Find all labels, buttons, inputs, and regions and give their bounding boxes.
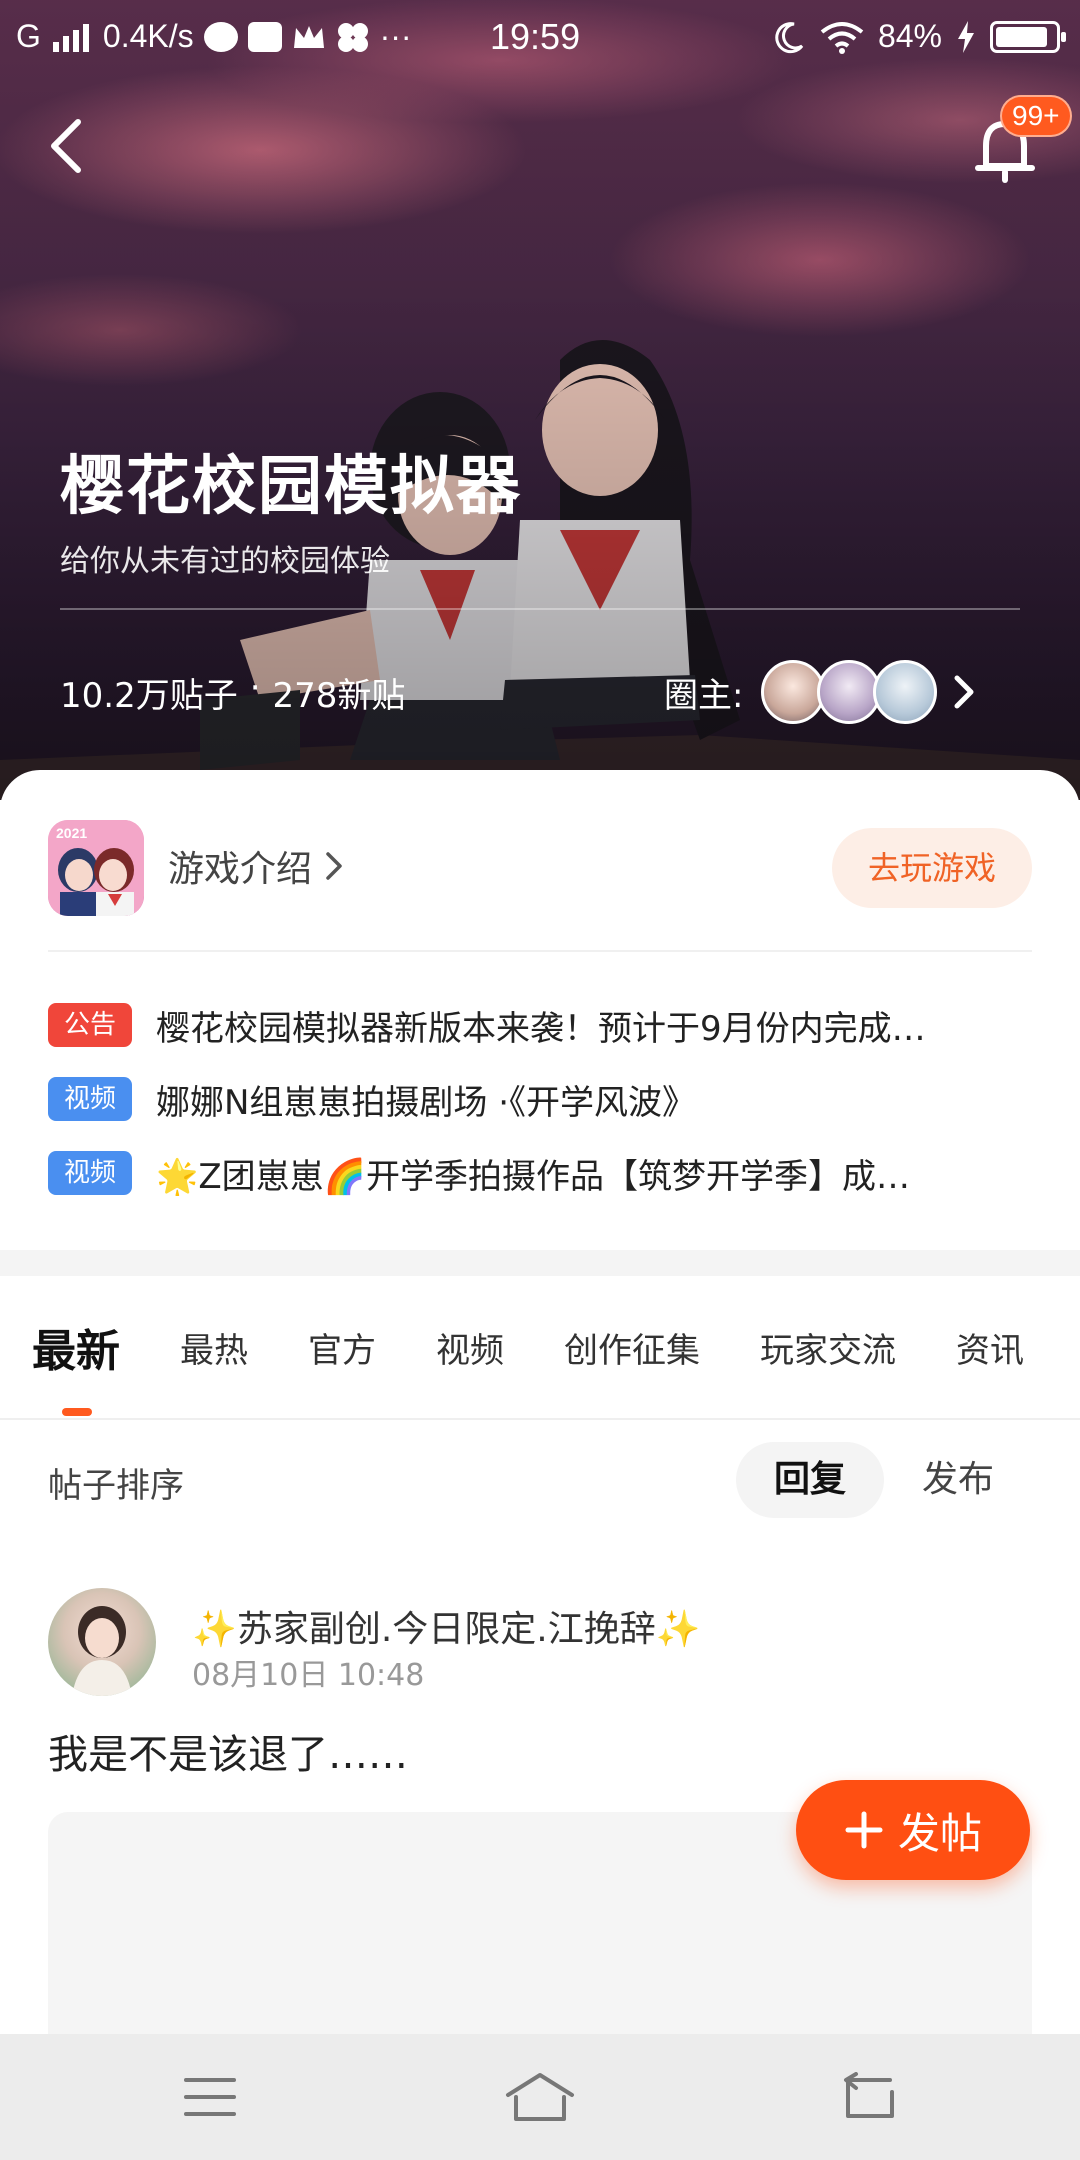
active-tab-indicator xyxy=(62,1408,92,1416)
avatar-artwork xyxy=(72,1606,132,1696)
create-post-button[interactable]: 发帖 xyxy=(796,1780,1030,1880)
announcement-tag: 公告 xyxy=(48,1003,132,1047)
notice-title: 🌟Z团崽崽🌈开学季拍摄作品【筑梦开学季】成… xyxy=(156,1156,910,1197)
notice-title: 樱花校园模拟器新版本来袭！预计于9月份内完成… xyxy=(156,1008,926,1049)
moon-icon xyxy=(775,21,804,53)
divider xyxy=(60,608,1020,610)
plus-icon xyxy=(845,1811,883,1849)
circle-owners[interactable]: 圈主: xyxy=(664,660,979,724)
game-app-icon[interactable]: 2021 xyxy=(48,820,144,916)
sort-by-reply-button[interactable]: 回复 xyxy=(736,1442,884,1518)
game-info-card: 2021 游戏介绍 去玩游戏 公告 樱花校园模拟器新版本来袭！预计于9月份内完成… xyxy=(0,770,1080,1250)
tab-video[interactable]: 视频 xyxy=(406,1323,534,1372)
message-icon xyxy=(247,21,282,52)
game-icon-year: 2021 xyxy=(56,825,87,841)
tab-hot[interactable]: 最热 xyxy=(150,1323,278,1372)
notice-item[interactable]: 视频 🌟Z团崽崽🌈开学季拍摄作品【筑梦开学季】成… xyxy=(48,1148,1016,1198)
tab-news[interactable]: 资讯 xyxy=(926,1323,1054,1372)
more-status-icons: ··· xyxy=(379,18,412,54)
stats-separator: · xyxy=(249,668,261,708)
category-tabs: 最新 最热 官方 视频 创作征集 玩家交流 资讯 xyxy=(0,1276,1080,1418)
network-speed: 0.4K/s xyxy=(102,18,194,54)
clock: 19:59 xyxy=(490,16,581,57)
game-intro-label: 游戏介绍 xyxy=(168,849,313,890)
return-icon xyxy=(844,2072,894,2118)
battery-icon xyxy=(990,20,1066,53)
charging-icon xyxy=(958,20,974,53)
owner-avatar[interactable] xyxy=(873,660,938,724)
divider xyxy=(0,1418,1080,1420)
sort-by-publish-button[interactable]: 发布 xyxy=(884,1442,1032,1518)
post-sort-label: 帖子排序 xyxy=(48,1466,184,1506)
owner-avatar[interactable] xyxy=(761,660,826,724)
post-content[interactable]: 我是不是该退了…… xyxy=(48,1722,408,1780)
tab-creation-contest[interactable]: 创作征集 xyxy=(534,1323,730,1372)
system-navigation-bar xyxy=(0,2034,1080,2160)
post-author-name[interactable]: ✨苏家副创.今日限定.江挽辞✨ xyxy=(192,1600,701,1652)
wifi-icon xyxy=(820,21,864,54)
app-notification-icon xyxy=(203,21,238,52)
status-bar: G 0.4K/s ··· 19:59 84% xyxy=(0,0,1080,72)
chevron-right-icon xyxy=(954,675,974,709)
home-button[interactable] xyxy=(500,2064,580,2130)
create-post-label: 发帖 xyxy=(897,1809,982,1857)
owner-avatar[interactable] xyxy=(817,660,882,724)
tab-official[interactable]: 官方 xyxy=(278,1323,406,1372)
video-tag: 视频 xyxy=(48,1151,132,1195)
back-arrow-icon xyxy=(51,119,81,173)
game-icon-artwork: 2021 xyxy=(48,820,144,916)
clover-icon xyxy=(337,22,368,52)
network-type: G xyxy=(16,18,41,54)
video-tag: 视频 xyxy=(48,1077,132,1121)
author-avatar[interactable] xyxy=(48,1588,156,1696)
game-title: 樱花校园模拟器 xyxy=(60,450,522,524)
post-timestamp: 08月10日 10:48 xyxy=(192,1658,425,1693)
menu-icon xyxy=(184,2078,236,2116)
tab-latest[interactable]: 最新 xyxy=(0,1315,150,1379)
chevron-right-icon xyxy=(326,852,342,880)
play-game-button[interactable]: 去玩游戏 xyxy=(832,828,1032,908)
notice-item[interactable]: 视频 娜娜N组崽崽拍摄剧场 ·《开学风波》 xyxy=(48,1074,1016,1124)
game-intro-link[interactable]: 游戏介绍 xyxy=(168,840,346,892)
notice-item[interactable]: 公告 樱花校园模拟器新版本来袭！预计于9月份内完成… xyxy=(48,1000,1016,1050)
back-button[interactable] xyxy=(40,110,100,180)
crown-icon xyxy=(293,25,324,48)
home-icon xyxy=(506,2073,574,2121)
back-nav-button[interactable] xyxy=(830,2064,910,2130)
signal-icon xyxy=(52,23,89,52)
game-subtitle: 给你从未有过的校园体验 xyxy=(60,544,390,579)
circle-stats: 10.2万贴子 · 278新贴 xyxy=(60,668,405,717)
section-separator xyxy=(0,1250,1080,1276)
menu-button[interactable] xyxy=(170,2064,250,2130)
notice-title: 娜娜N组崽崽拍摄剧场 ·《开学风波》 xyxy=(156,1082,697,1123)
battery-percent: 84% xyxy=(877,18,942,54)
posts-count: 10.2万贴子 xyxy=(60,676,238,716)
sort-toggle: 回复 发布 xyxy=(736,1442,1032,1518)
new-posts-count: 278新贴 xyxy=(272,676,406,716)
notification-badge: 99+ xyxy=(1000,95,1072,137)
divider xyxy=(48,950,1032,952)
owners-label: 圈主: xyxy=(664,675,744,716)
tab-player-chat[interactable]: 玩家交流 xyxy=(730,1323,926,1372)
